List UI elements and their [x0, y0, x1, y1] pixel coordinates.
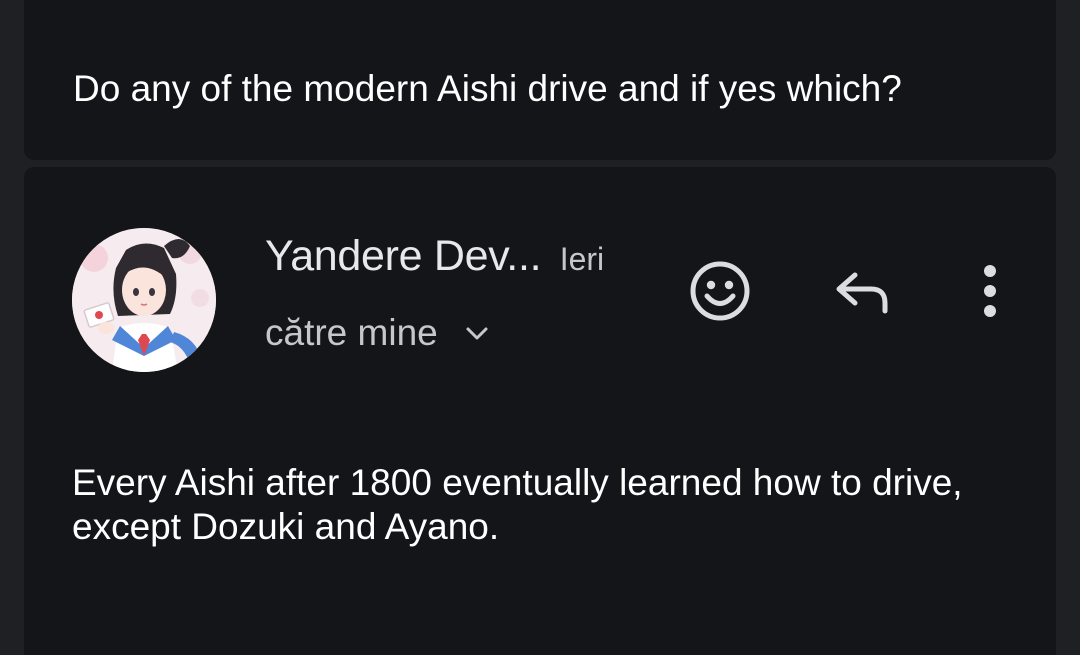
chevron-down-icon: [466, 327, 488, 340]
more-options-button[interactable]: [960, 255, 1020, 327]
message-card: Yandere Dev... Ieri către mine Every Ais…: [24, 167, 1056, 655]
recipient-details-toggle[interactable]: către mine: [265, 312, 492, 354]
recipient-label: către mine: [265, 312, 438, 353]
reply-button[interactable]: [827, 259, 899, 323]
sender-name[interactable]: Yandere Dev...: [265, 232, 542, 280]
add-reaction-button[interactable]: [684, 255, 756, 327]
message-body: Every Aishi after 1800 eventually learne…: [72, 462, 963, 547]
email-thread: Do any of the modern Aishi drive and if …: [0, 0, 1080, 655]
previous-message-body: Do any of the modern Aishi drive and if …: [73, 68, 902, 109]
avatar-illustration: [72, 228, 216, 372]
sender-avatar[interactable]: [72, 228, 216, 372]
previous-message-card[interactable]: Do any of the modern Aishi drive and if …: [24, 0, 1056, 160]
emoji-add-icon: [690, 261, 750, 321]
reply-icon: [836, 272, 888, 314]
sender-line: Yandere Dev... Ieri: [265, 232, 604, 281]
more-vert-icon: [984, 265, 996, 317]
message-time: Ieri: [559, 241, 605, 277]
